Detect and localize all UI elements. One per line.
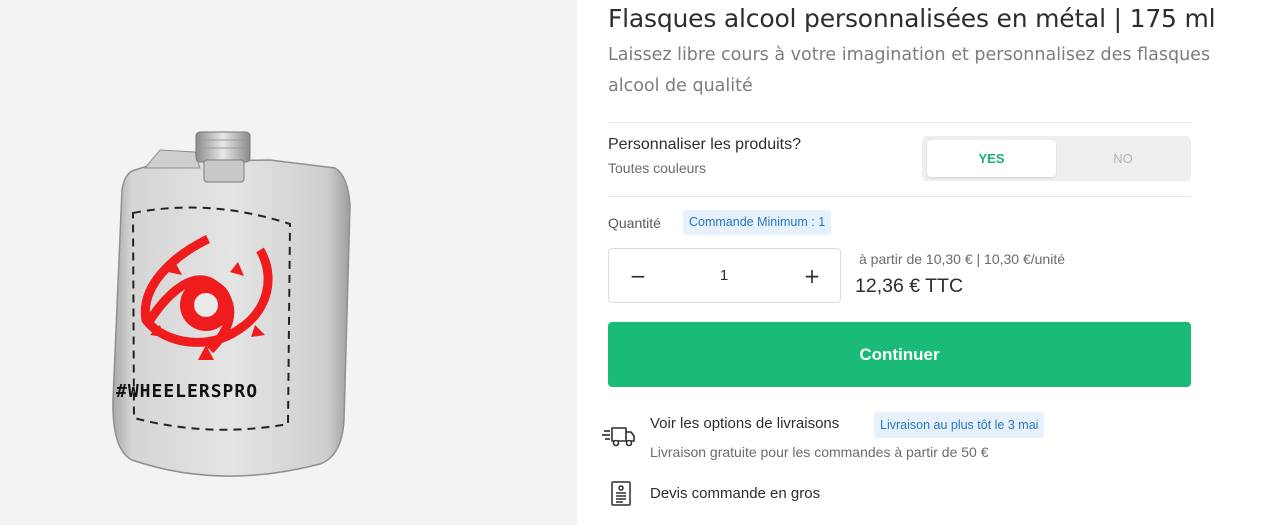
quantity-increment-button[interactable]: +: [797, 249, 827, 302]
unit-price: à partir de 10,30 € | 10,30 €/unité: [859, 251, 1066, 267]
bulk-quote-link[interactable]: Devis commande en gros: [650, 485, 820, 502]
personalize-label: Personnaliser les produits?: [608, 136, 801, 153]
product-title: Flasques alcool personnalisées en métal …: [608, 4, 1216, 33]
product-image: #WHEELERSPRO: [0, 0, 577, 525]
personalize-toggle: YES NO: [922, 136, 1191, 181]
divider: [608, 196, 1191, 197]
total-price: 12,36 € TTC: [855, 275, 964, 297]
quantity-label: Quantité: [608, 215, 661, 231]
continue-button[interactable]: Continuer: [608, 322, 1191, 387]
product-subtitle: Laissez libre cours à votre imagination …: [608, 45, 1211, 96]
quantity-decrement-button[interactable]: −: [623, 249, 653, 302]
quantity-stepper: − 1 +: [608, 248, 841, 303]
delivery-date-badge: Livraison au plus tôt le 3 mai: [874, 412, 1045, 438]
personalize-yes-option[interactable]: YES: [927, 140, 1056, 177]
quote-document-icon: [611, 481, 631, 506]
delivery-truck-icon: [602, 427, 635, 447]
minimum-order-badge: Commande Minimum : 1: [683, 210, 832, 235]
divider: [608, 122, 1191, 123]
free-delivery-note: Livraison gratuite pour les commandes à …: [650, 444, 989, 460]
flask-illustration: [112, 131, 351, 477]
design-text: #WHEELERSPRO: [116, 381, 259, 402]
personalize-no-option[interactable]: NO: [1060, 140, 1186, 177]
personalize-sublabel: Toutes couleurs: [608, 160, 707, 176]
delivery-options-link[interactable]: Voir les options de livraisons: [650, 415, 839, 432]
quantity-input[interactable]: 1: [689, 249, 759, 302]
